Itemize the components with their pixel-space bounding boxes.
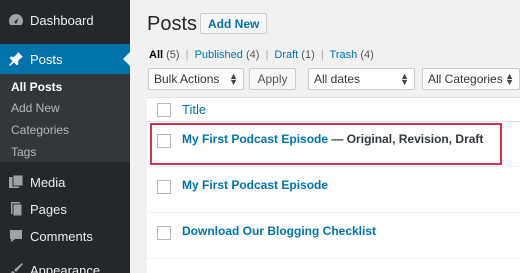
bulk-actions-select[interactable]: Bulk Actions ▲ ▼ — [148, 68, 244, 90]
categories-filter-select[interactable]: All Categories ▲ ▼ — [422, 68, 520, 90]
select-updown-icon: ▲ ▼ — [229, 71, 238, 87]
select-updown-icon: ▲ ▼ — [400, 71, 409, 87]
menu-label-pages: Pages — [30, 201, 67, 217]
add-new-button[interactable]: Add New — [200, 13, 268, 34]
post-title-cell: Download Our Blogging Checklist — [182, 224, 376, 238]
dates-filter-value: All dates — [314, 72, 361, 86]
row-checkbox[interactable] — [157, 226, 171, 240]
menu-item-pages[interactable]: Pages — [0, 196, 130, 222]
submenu-item-tags[interactable]: Tags — [11, 145, 36, 159]
dates-filter-select[interactable]: All dates ▲ ▼ — [308, 68, 415, 90]
select-all-checkbox[interactable] — [157, 103, 171, 117]
status-separator: | — [185, 49, 189, 61]
submenu-item-categories[interactable]: Categories — [11, 123, 69, 137]
post-title-link[interactable]: My First Podcast Episode — [182, 178, 328, 192]
status-count-published: (4) — [245, 49, 260, 61]
table-header-row: Title — [147, 98, 520, 122]
row-checkbox[interactable] — [157, 180, 171, 194]
status-count-trash: (4) — [360, 49, 374, 61]
title-column-header[interactable]: Title — [182, 102, 206, 117]
table-row: Download Our Blogging Checklist — [147, 214, 520, 259]
status-count-draft: (1) — [301, 49, 315, 61]
comment-bubble-icon — [8, 228, 24, 244]
page-title: Posts — [147, 13, 198, 35]
menu-item-comments[interactable]: Comments — [0, 223, 130, 249]
select-updown-icon: ▲ ▼ — [505, 71, 514, 87]
status-count-all: (5) — [166, 49, 180, 61]
posts-submenu: All Posts Add New Categories Tags — [0, 74, 130, 162]
pushpin-icon — [8, 51, 24, 67]
post-title-cell: My First Podcast Episode — [182, 178, 328, 192]
post-title-link[interactable]: Download Our Blogging Checklist — [182, 224, 376, 238]
submenu-item-all-posts[interactable]: All Posts — [11, 80, 62, 94]
menu-item-posts[interactable]: Posts — [0, 44, 130, 74]
menu-label-posts: Posts — [30, 51, 63, 67]
apply-button[interactable]: Apply — [249, 68, 296, 90]
menu-item-media[interactable]: Media — [0, 169, 130, 195]
table-row: My First Podcast Episode — [147, 168, 520, 213]
menu-label-dashboard: Dashboard — [30, 12, 94, 28]
media-icon — [8, 174, 24, 190]
menu-item-dashboard[interactable]: Dashboard — [0, 7, 130, 33]
status-link-draft[interactable]: Draft — [274, 49, 298, 61]
status-filter-links: All (5) | Published (4) | Draft (1) | Tr… — [149, 49, 374, 61]
dashboard-icon — [8, 12, 24, 28]
status-link-published[interactable]: Published — [195, 49, 243, 61]
menu-label-appearance: Appearance — [30, 262, 101, 273]
categories-filter-value: All Categories — [428, 72, 503, 86]
status-link-trash[interactable]: Trash — [330, 49, 358, 61]
status-separator: | — [320, 49, 324, 61]
pages-icon — [8, 201, 24, 217]
highlight-box — [150, 123, 502, 165]
menu-label-comments: Comments — [30, 228, 93, 244]
menu-label-media: Media — [30, 174, 66, 190]
menu-item-appearance[interactable]: Appearance — [0, 257, 130, 273]
status-separator: | — [265, 49, 269, 61]
submenu-item-add-new[interactable]: Add New — [11, 101, 60, 115]
bulk-actions-value: Bulk Actions — [154, 72, 220, 86]
admin-sidebar: Dashboard Posts All Posts Add New Catego… — [0, 0, 130, 273]
status-link-all[interactable]: All — [149, 49, 163, 61]
paintbrush-icon — [8, 262, 24, 273]
